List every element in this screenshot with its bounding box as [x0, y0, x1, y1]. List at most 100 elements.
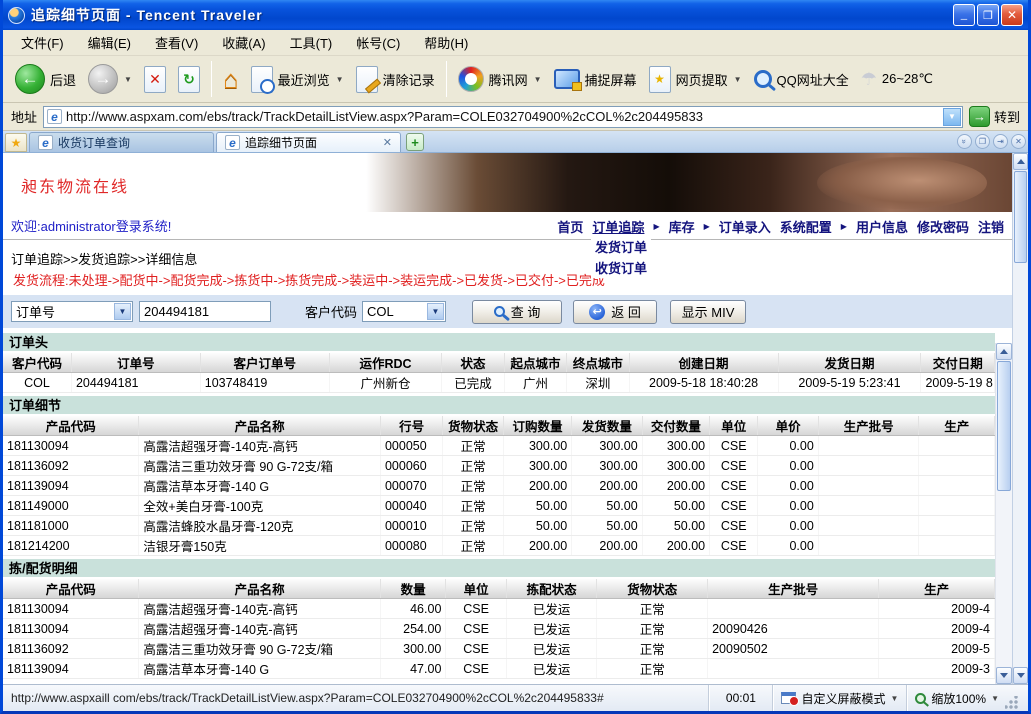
order-type-select[interactable]: 订单号: [11, 301, 133, 322]
chevron-down-icon[interactable]: [427, 303, 444, 320]
capture-screen-button[interactable]: 捕捉屏幕: [548, 66, 643, 92]
table-row: 181181000高露洁蜂胶水晶牙膏-120克000010正常50.0050.0…: [3, 516, 995, 536]
menu-tools[interactable]: 工具(T): [280, 31, 343, 54]
extract-dropdown-icon[interactable]: ▼: [734, 75, 742, 84]
tab-track-detail[interactable]: 追踪细节页面: [216, 132, 401, 152]
tab-restore-button[interactable]: [975, 134, 990, 149]
chevron-down-icon[interactable]: ▼: [991, 694, 999, 703]
menu-view[interactable]: 查看(V): [145, 31, 208, 54]
nav-home[interactable]: 首页: [557, 217, 583, 236]
table-cell: 2009-4: [879, 619, 995, 639]
scrollbar-thumb[interactable]: [1014, 171, 1027, 263]
table-cell: 洁银牙膏150克: [139, 536, 381, 556]
menu-favorites[interactable]: 收藏(A): [212, 31, 275, 54]
table-cell: 181136092: [3, 456, 139, 476]
order-no-input[interactable]: [139, 301, 271, 322]
table-cell: 0.00: [758, 476, 818, 496]
order-header-table: 客户代码订单号客户订单号运作RDC状态起点城市终点城市创建日期发货日期交付日期C…: [3, 353, 995, 393]
address-url[interactable]: http://www.aspxam.com/ebs/track/TrackDet…: [66, 109, 943, 124]
content-scrollbar[interactable]: [995, 343, 1012, 684]
favorites-button[interactable]: [5, 133, 27, 152]
toolbar-separator: [446, 61, 447, 97]
table-cell: 2009-5: [879, 639, 995, 659]
tab-close-icon[interactable]: [383, 136, 392, 149]
popup-block-mode[interactable]: 自定义屏蔽模式 ▼: [772, 685, 906, 711]
close-button[interactable]: [1001, 4, 1023, 26]
search-button[interactable]: 查 询: [472, 300, 562, 324]
qq-site-button[interactable]: 腾讯网 ▼: [452, 63, 548, 95]
scroll-down-icon[interactable]: [996, 667, 1012, 684]
scrollbar-thumb[interactable]: [997, 361, 1011, 491]
zoom-control[interactable]: 缩放100% ▼: [906, 685, 1028, 711]
nav-order-track[interactable]: 订单追踪: [592, 217, 644, 236]
qq-nav-button[interactable]: QQ网址大全: [748, 67, 855, 92]
tab-list-button[interactable]: [957, 134, 972, 149]
table-cell: 高露洁三重功效牙膏 90 G-72支/箱: [139, 639, 381, 659]
maximize-button[interactable]: [977, 4, 999, 26]
forward-button[interactable]: → ▼: [82, 61, 138, 97]
scroll-down-icon[interactable]: [1013, 667, 1028, 684]
table-cell: [919, 436, 995, 456]
page-icon: [225, 135, 240, 150]
customer-code-select[interactable]: COL: [362, 301, 446, 322]
nav-arrow-icon: [841, 222, 847, 231]
resize-grip[interactable]: [1005, 696, 1018, 709]
chevron-down-icon[interactable]: ▼: [890, 694, 898, 703]
column-header: 产品代码: [3, 416, 139, 436]
submenu-receive-order[interactable]: 收货订单: [591, 258, 651, 278]
weather-widget[interactable]: ☂ 26~28℃: [855, 66, 939, 93]
chevron-down-icon[interactable]: [114, 303, 131, 320]
scroll-up-icon[interactable]: [1013, 153, 1028, 170]
show-miv-button[interactable]: 显示 MIV: [670, 300, 746, 324]
nav-order-entry[interactable]: 订单录入: [719, 217, 771, 236]
nav-change-password[interactable]: 修改密码: [917, 217, 969, 236]
table-cell: CSE: [710, 516, 758, 536]
minimize-button[interactable]: [953, 4, 975, 26]
submenu-ship-order[interactable]: 发货订单: [591, 237, 651, 257]
go-button[interactable]: 转到: [969, 106, 1020, 127]
table-cell: 正常: [443, 516, 503, 536]
go-arrow-icon: [969, 106, 990, 127]
clear-history-button[interactable]: 清除记录: [350, 63, 441, 96]
table-cell: 2009-5-18 18:40:28: [629, 373, 778, 393]
table-cell: 已发运: [506, 659, 597, 679]
recent-dropdown-icon[interactable]: ▼: [336, 75, 344, 84]
menu-help[interactable]: 帮助(H): [414, 31, 478, 54]
stop-button[interactable]: ✕: [138, 63, 172, 96]
tab-pin-button[interactable]: [993, 134, 1008, 149]
refresh-button[interactable]: ↻: [172, 63, 206, 96]
table-cell: 50.00: [642, 496, 709, 516]
tab-label: 追踪细节页面: [245, 134, 317, 151]
nav-system-config[interactable]: 系统配置: [780, 217, 832, 236]
tab-receive-order-query[interactable]: 收货订单查询: [29, 132, 214, 152]
address-dropdown-icon[interactable]: ▼: [943, 108, 961, 126]
menu-file[interactable]: 文件(F): [11, 31, 74, 54]
customer-code-value: COL: [363, 304, 426, 319]
back-button[interactable]: ← 后退: [9, 61, 82, 97]
address-field[interactable]: http://www.aspxam.com/ebs/track/TrackDet…: [43, 106, 963, 128]
menu-edit[interactable]: 编辑(E): [78, 31, 141, 54]
table-cell: [818, 536, 919, 556]
tab-bar-close-button[interactable]: [1011, 134, 1026, 149]
table-cell: 000060: [380, 456, 442, 476]
table-cell: 300.00: [642, 436, 709, 456]
table-cell: CSE: [446, 639, 506, 659]
nav-inventory[interactable]: 库存: [669, 217, 695, 236]
new-tab-button[interactable]: [406, 133, 424, 151]
home-button[interactable]: ⌂: [217, 63, 245, 95]
forward-dropdown-icon[interactable]: ▼: [124, 75, 132, 84]
return-button[interactable]: 返 回: [573, 300, 657, 324]
menu-account[interactable]: 帐号(C): [346, 31, 410, 54]
search-icon: [494, 306, 505, 317]
nav-arrow-icon: [653, 222, 659, 231]
scroll-up-icon[interactable]: [996, 343, 1012, 360]
web-extract-button[interactable]: ★ 网页提取 ▼: [643, 63, 748, 96]
status-url: http://www.aspxaill com/ebs/track/TrackD…: [3, 685, 708, 711]
qq-site-dropdown-icon[interactable]: ▼: [534, 75, 542, 84]
tab-bar-controls: [957, 134, 1026, 152]
nav-logout[interactable]: 注销: [978, 217, 1004, 236]
nav-user-info[interactable]: 用户信息: [856, 217, 908, 236]
title-bar[interactable]: 追踪细节页面 - Tencent Traveler: [3, 0, 1028, 30]
window-scrollbar[interactable]: [1012, 153, 1028, 684]
recent-button[interactable]: 最近浏览 ▼: [245, 63, 350, 96]
